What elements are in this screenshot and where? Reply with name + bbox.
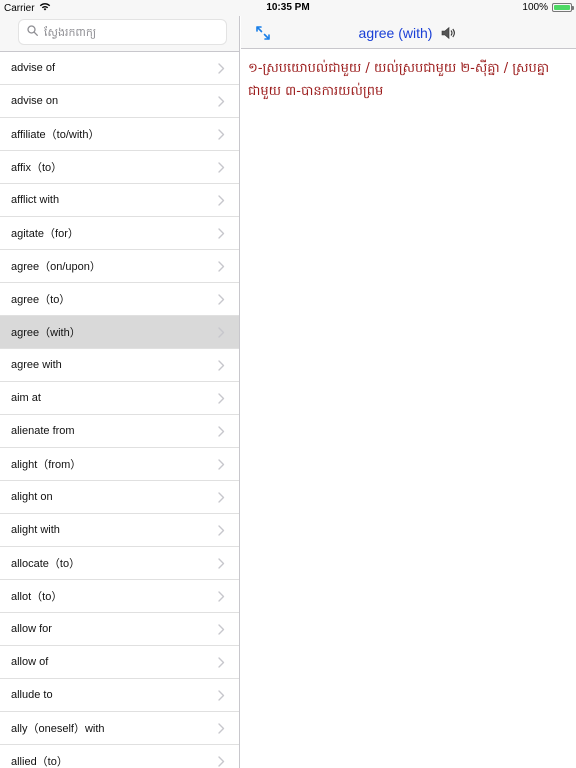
list-item-label: aim at [11,392,41,404]
speaker-icon[interactable] [440,24,458,42]
battery-icon [552,3,574,12]
list-item-label: affix（to） [11,162,63,174]
list-item[interactable]: agree（with） [0,316,239,349]
list-item-label: alight with [11,524,60,536]
chevron-right-icon [215,557,227,569]
list-item[interactable]: agree（to） [0,283,239,316]
list-item-label: agree（on/upon） [11,261,101,273]
chevron-right-icon [215,194,227,206]
battery-fill [554,5,570,10]
list-item[interactable]: aim at [0,382,239,415]
list-item[interactable]: alienate from [0,415,239,448]
chevron-right-icon [215,326,227,338]
list-item[interactable]: afflict with [0,184,239,217]
list-item-label: allied（to） [11,756,68,768]
list-item-label: agree（with） [11,327,81,339]
list-item[interactable]: allude to [0,679,239,712]
list-item[interactable]: advise on [0,85,239,118]
definition-text: ១-ស្របយោបល់ជាមួយ / យល់ស្របជាមួយ ២-ស៊ីគ្ន… [248,61,550,99]
list-item-label: allocate（to） [11,558,81,570]
list-item-label: advise on [11,95,59,107]
list-item-label: affiliate（to/with） [11,129,100,141]
list-item-label: agree（to） [11,294,71,306]
status-bar: Carrier 10:35 PM 100% [0,0,576,16]
word-list: advise of advise on affiliate（to/with） affi… [0,52,239,768]
list-item-label: advise of [11,62,56,74]
word-list-sidebar: advise of advise on affiliate（to/with） affi… [0,16,240,768]
list-item[interactable]: advise of [0,52,239,85]
detail-pane: agree (with) ១-ស្របយោបល់ជាមួយ / យល់ស្របជ… [241,16,576,768]
nav-title-wrap: agree (with) [241,16,576,49]
list-item[interactable]: allied（to） [0,745,239,768]
chevron-right-icon [215,227,227,239]
list-item[interactable]: allow of [0,646,239,679]
chevron-right-icon [215,62,227,74]
search-bar [0,16,239,52]
chevron-right-icon [215,128,227,140]
battery-tip [572,6,574,10]
list-item-label: allow for [11,623,52,635]
list-item[interactable]: affiliate（to/with） [0,118,239,151]
chevron-right-icon [215,656,227,668]
list-item-label: agree with [11,359,62,371]
chevron-right-icon [215,689,227,701]
list-item-label: alight（from） [11,459,82,471]
search-input[interactable] [44,25,214,39]
status-right: 100% [522,2,574,13]
list-item[interactable]: allocate（to） [0,547,239,580]
battery-percent: 100% [522,2,548,13]
list-item[interactable]: agitate（for） [0,217,239,250]
list-item-label: agitate（for） [11,228,79,240]
chevron-right-icon [215,293,227,305]
list-item-label: alienate from [11,425,75,437]
list-item[interactable]: alight（from） [0,448,239,481]
chevron-right-icon [215,491,227,503]
list-item[interactable]: agree with [0,349,239,382]
list-item[interactable]: agree（on/upon） [0,250,239,283]
chevron-right-icon [215,524,227,536]
detail-nav-bar: agree (with) [241,16,576,49]
chevron-right-icon [215,590,227,602]
chevron-right-icon [215,392,227,404]
chevron-right-icon [215,95,227,107]
chevron-right-icon [215,755,227,767]
list-item[interactable]: allot（to） [0,580,239,613]
chevron-right-icon [215,425,227,437]
list-item[interactable]: allow for [0,613,239,646]
chevron-right-icon [215,260,227,272]
list-item-label: alight on [11,491,53,503]
chevron-right-icon [215,458,227,470]
list-item-label: ally（oneself）with [11,723,105,735]
list-item[interactable]: alight with [0,514,239,547]
list-item-label: allude to [11,689,53,701]
list-item-label: allow of [11,656,49,668]
chevron-right-icon [215,623,227,635]
list-item[interactable]: affix（to） [0,151,239,184]
chevron-right-icon [215,722,227,734]
list-item[interactable]: alight on [0,481,239,514]
search-icon [27,23,38,41]
list-item-label: allot（to） [11,591,63,603]
list-item-label: afflict with [11,194,60,206]
list-item[interactable]: ally（oneself）with [0,712,239,745]
search-field[interactable] [18,19,227,45]
chevron-right-icon [215,359,227,371]
chevron-right-icon [215,161,227,173]
detail-title: agree (with) [358,24,433,41]
status-time: 10:35 PM [266,2,310,13]
